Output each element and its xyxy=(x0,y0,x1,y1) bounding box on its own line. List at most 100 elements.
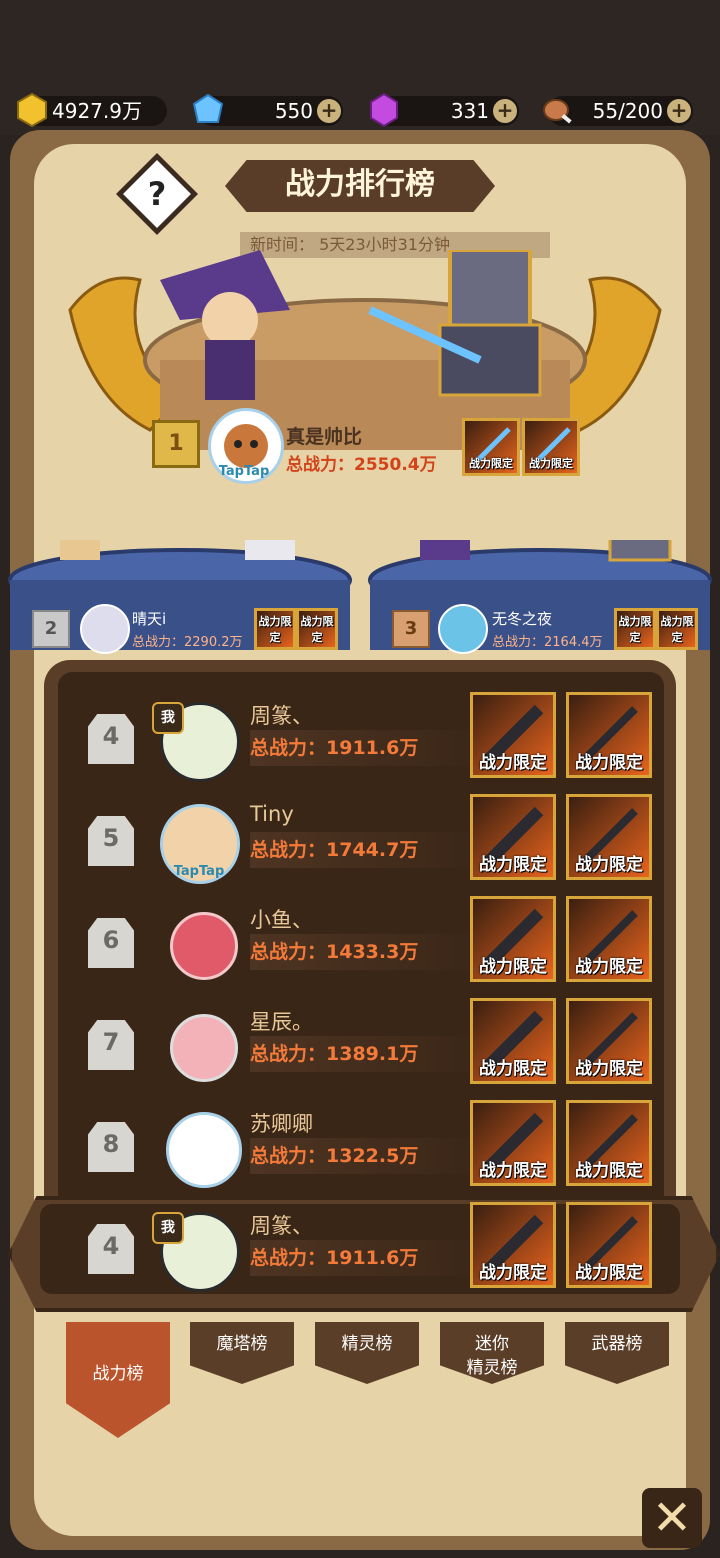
rank-number: 8 xyxy=(102,1130,120,1158)
player-name: 周篆、 xyxy=(250,1214,313,1238)
weapon-label: 战力限定 xyxy=(479,957,547,977)
weapon-slot-1[interactable]: 战力限定 xyxy=(470,998,556,1084)
player-name: Tiny xyxy=(250,802,294,826)
rank-1-name: 真是帅比 xyxy=(286,426,363,448)
weapon-label: 战力限定 xyxy=(479,1161,547,1181)
list-item[interactable]: 8 苏卿卿 总战力：1322.5万 战力限定 战力限定 xyxy=(60,1098,660,1198)
player-name: 周篆、 xyxy=(250,704,313,728)
avatar[interactable] xyxy=(170,1014,238,1082)
diamond-icon xyxy=(192,93,224,123)
player-power: 总战力：1389.1万 xyxy=(250,1036,490,1072)
rank-1-weapon-1[interactable]: 战力限定 xyxy=(462,418,520,476)
weapon-slot-2[interactable]: 战力限定 xyxy=(566,692,652,778)
me-badge: 我 xyxy=(152,702,184,734)
add-crystal-button[interactable]: + xyxy=(493,99,517,123)
player-name: 星辰。 xyxy=(250,1010,313,1034)
rank-2-name: 晴天i xyxy=(132,610,167,628)
rank-3-name: 无冬之夜 xyxy=(492,610,553,628)
weapon-label: 战力限定 xyxy=(575,855,643,875)
weapon-slot-1[interactable]: 战力限定 xyxy=(470,1202,556,1288)
rank-tombstone: 5 xyxy=(88,816,134,866)
my-rank-row[interactable]: 4 我 周篆、 总战力：1911.6万 战力限定 战力限定 xyxy=(60,1200,660,1300)
add-diamond-button[interactable]: + xyxy=(317,99,341,123)
rank-2-power: 总战力：2290.2万 xyxy=(132,635,243,650)
weapon-label: 战力限定 xyxy=(529,457,573,470)
weapon-label: 战力限定 xyxy=(479,1263,547,1283)
weapon-label: 战力限定 xyxy=(479,753,547,773)
rank-tombstone: 4 xyxy=(88,714,134,764)
stamina-value: 55/200 xyxy=(592,99,663,123)
weapon-label: 战力限定 xyxy=(575,957,643,977)
list-item[interactable]: 5 TapTap Tiny 总战力：1744.7万 战力限定 战力限定 xyxy=(60,792,660,892)
weapon-slot-1[interactable]: 战力限定 xyxy=(470,794,556,880)
gold-counter: 4927.9万 xyxy=(17,92,167,128)
player-power: 总战力：1911.6万 xyxy=(250,1240,490,1276)
rank-badge-1: 1 xyxy=(152,420,200,468)
weapon-slot-2[interactable]: 战力限定 xyxy=(566,1100,652,1186)
weapon-label: 战力限定 xyxy=(575,1161,643,1181)
rank-3-power: 总战力：2164.4万 xyxy=(492,635,603,650)
diamond-value: 550 xyxy=(274,99,313,123)
list-item[interactable]: 7 星辰。 总战力：1389.1万 战力限定 战力限定 xyxy=(60,996,660,1096)
rank-tombstone: 8 xyxy=(88,1122,134,1172)
weapon-slot-1[interactable]: 战力限定 xyxy=(470,896,556,982)
player-name: 小鱼、 xyxy=(250,908,313,932)
taptap-label: TapTap xyxy=(218,464,270,479)
rank-1-power: 总战力：2550.4万 xyxy=(286,455,437,475)
meat-icon xyxy=(543,99,572,124)
weapon-label: 战力限定 xyxy=(618,615,652,644)
rank-number: 6 xyxy=(102,926,120,954)
avatar[interactable] xyxy=(170,912,238,980)
rank-tombstone: 7 xyxy=(88,1020,134,1070)
rank-number: 4 xyxy=(102,1232,120,1260)
gold-coin-icon xyxy=(17,92,47,128)
avatar-rank-3[interactable] xyxy=(438,604,488,654)
rank-3-weapon-1[interactable]: 战力限定 xyxy=(614,608,656,650)
weapon-label: 战力限定 xyxy=(575,753,643,773)
avatar[interactable] xyxy=(166,1112,242,1188)
stamina-counter: 55/200 + xyxy=(543,96,693,126)
player-power: 总战力：1433.3万 xyxy=(250,934,490,970)
close-button[interactable]: ✕ xyxy=(642,1488,702,1548)
rank-3-weapon-2[interactable]: 战力限定 xyxy=(656,608,698,650)
rank-tombstone: 6 xyxy=(88,918,134,968)
weapon-slot-1[interactable]: 战力限定 xyxy=(470,1100,556,1186)
rank-badge-2: 2 xyxy=(32,610,70,648)
tab-label: 魔塔榜 xyxy=(216,1334,268,1354)
player-power: 总战力：1744.7万 xyxy=(250,832,490,868)
diamond-counter: 550 + xyxy=(192,93,343,126)
rank-number: 7 xyxy=(102,1028,120,1056)
rank-2-weapon-2[interactable]: 战力限定 xyxy=(296,608,338,650)
me-badge: 我 xyxy=(152,1212,184,1244)
weapon-slot-2[interactable]: 战力限定 xyxy=(566,998,652,1084)
avatar-rank-2[interactable] xyxy=(80,604,130,654)
rank-tombstone: 4 xyxy=(88,1224,134,1274)
weapon-label: 战力限定 xyxy=(479,855,547,875)
weapon-label: 战力限定 xyxy=(479,1059,547,1079)
weapon-slot-1[interactable]: 战力限定 xyxy=(470,692,556,778)
weapon-slot-2[interactable]: 战力限定 xyxy=(566,794,652,880)
taptap-label: TapTap xyxy=(173,864,225,879)
player-name: 苏卿卿 xyxy=(250,1112,313,1136)
crystal-counter: 331 + xyxy=(370,92,519,128)
weapon-label: 战力限定 xyxy=(660,615,694,644)
tab-label: 武器榜 xyxy=(591,1334,643,1354)
weapon-label: 战力限定 xyxy=(300,615,334,644)
player-power: 总战力：1322.5万 xyxy=(250,1138,490,1174)
rank-1-weapon-2[interactable]: 战力限定 xyxy=(522,418,580,476)
weapon-slot-2[interactable]: 战力限定 xyxy=(566,1202,652,1288)
list-item[interactable]: 6 小鱼、 总战力：1433.3万 战力限定 战力限定 xyxy=(60,894,660,994)
tab-label: 战力榜 xyxy=(92,1364,144,1384)
add-stamina-button[interactable]: + xyxy=(667,99,691,123)
question-icon: ? xyxy=(147,175,167,213)
purple-crystal-icon xyxy=(370,92,398,128)
player-power: 总战力：1911.6万 xyxy=(250,730,490,766)
page-title: 战力排行榜 xyxy=(285,167,435,202)
tab-label: 精灵榜 xyxy=(341,1334,393,1354)
rank-badge-3: 3 xyxy=(392,610,430,648)
weapon-slot-2[interactable]: 战力限定 xyxy=(566,896,652,982)
list-item[interactable]: 4 我 周篆、 总战力：1911.6万 战力限定 战力限定 xyxy=(60,690,660,790)
rank-number: 5 xyxy=(102,824,120,852)
rank-2-weapon-1[interactable]: 战力限定 xyxy=(254,608,296,650)
weapon-label: 战力限定 xyxy=(469,457,513,470)
